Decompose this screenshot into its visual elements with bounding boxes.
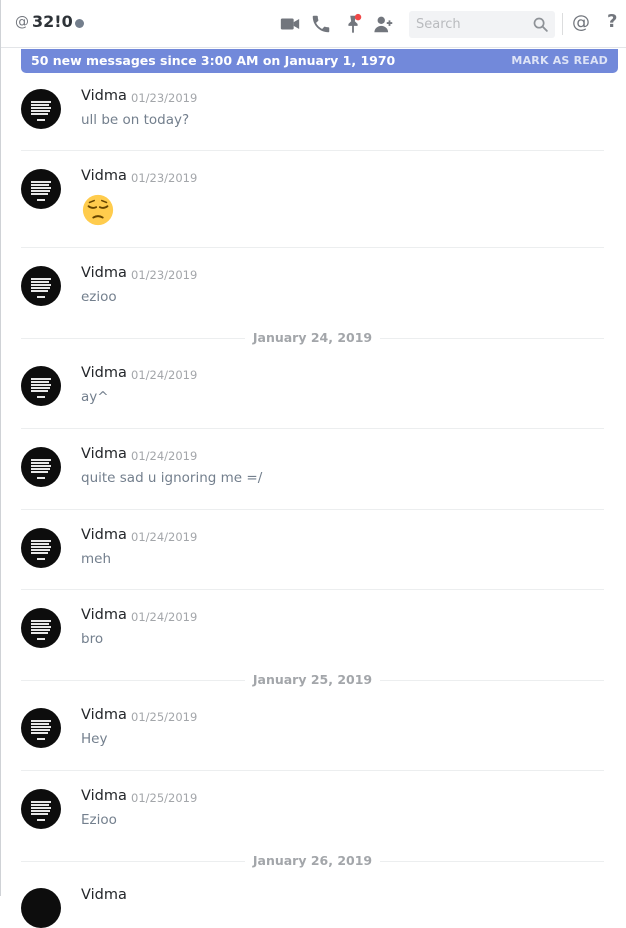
user-avatar[interactable] — [21, 528, 61, 568]
message-content: bro — [81, 631, 104, 647]
message-content: ay^ — [81, 389, 109, 405]
message-divider — [21, 428, 604, 429]
search-placeholder: Search — [416, 17, 461, 32]
message-timestamp: 01/23/2019 — [131, 171, 198, 185]
search-icon — [533, 17, 548, 32]
at-symbol: @ — [15, 14, 29, 30]
search-input[interactable]: Search — [409, 11, 555, 38]
user-avatar[interactable] — [21, 169, 61, 209]
message-content: meh — [81, 551, 112, 567]
user-avatar[interactable] — [21, 608, 61, 648]
message-content: ull be on today? — [81, 112, 190, 128]
mentions-icon[interactable]: @ — [572, 12, 590, 33]
message-content: Hey — [81, 731, 108, 747]
message-author[interactable]: Vidma — [81, 446, 127, 462]
message-timestamp: 01/25/2019 — [131, 791, 198, 805]
message-timestamp: 01/25/2019 — [131, 710, 198, 724]
user-avatar[interactable] — [21, 708, 61, 748]
message-author[interactable]: Vidma — [81, 788, 127, 804]
message-author[interactable]: Vidma — [81, 88, 127, 104]
message-divider — [21, 770, 604, 771]
message-author[interactable]: Vidma — [81, 707, 127, 723]
header-divider — [562, 13, 563, 35]
message-content: Ezioo — [81, 812, 117, 828]
message-divider — [21, 247, 604, 248]
user-avatar[interactable] — [21, 447, 61, 487]
voice-call-icon[interactable] — [310, 13, 332, 35]
user-avatar[interactable] — [21, 789, 61, 829]
message-author[interactable]: Vidma — [81, 365, 127, 381]
message-timestamp: 01/23/2019 — [131, 91, 198, 105]
window-left-border — [0, 0, 1, 896]
user-avatar[interactable] — [21, 89, 61, 129]
date-divider-label: January 24, 2019 — [244, 330, 381, 345]
user-avatar[interactable] — [21, 366, 61, 406]
mark-as-read-button[interactable]: MARK AS READ — [511, 54, 608, 67]
status-indicator — [75, 19, 84, 28]
channel-header: @ 32!0 Search @ ? — [1, 0, 626, 48]
pensive-face-emoji[interactable] — [81, 193, 115, 227]
message-divider — [21, 589, 604, 590]
message-author[interactable]: Vidma — [81, 265, 127, 281]
message-timestamp: 01/24/2019 — [131, 610, 198, 624]
date-divider: January 24, 2019 — [21, 330, 604, 346]
channel-name: 32!0 — [32, 12, 73, 31]
pinned-messages-icon[interactable] — [342, 13, 364, 35]
message-timestamp: 01/24/2019 — [131, 530, 198, 544]
message-timestamp: 01/24/2019 — [131, 368, 198, 382]
new-messages-text: 50 new messages since 3:00 AM on January… — [31, 53, 396, 68]
message-timestamp: 01/23/2019 — [131, 268, 198, 282]
add-friend-icon[interactable] — [373, 13, 395, 35]
date-divider-label: January 26, 2019 — [244, 853, 381, 868]
message-timestamp: 01/24/2019 — [131, 449, 198, 463]
help-icon[interactable]: ? — [607, 11, 617, 32]
user-avatar[interactable] — [21, 888, 61, 928]
message-divider — [21, 509, 604, 510]
video-call-icon[interactable] — [279, 13, 301, 35]
date-divider-label: January 25, 2019 — [244, 672, 381, 687]
message-author[interactable]: Vidma — [81, 168, 127, 184]
date-divider: January 25, 2019 — [21, 672, 604, 688]
new-messages-bar[interactable]: 50 new messages since 3:00 AM on January… — [21, 49, 618, 73]
message-divider — [21, 150, 604, 151]
message-author[interactable]: Vidma — [81, 607, 127, 623]
message-content: quite sad u ignoring me =/ — [81, 470, 263, 486]
message-author[interactable]: Vidma — [81, 887, 127, 903]
message-author[interactable]: Vidma — [81, 527, 127, 543]
date-divider: January 26, 2019 — [21, 853, 604, 869]
user-avatar[interactable] — [21, 266, 61, 306]
message-content: ezioo — [81, 289, 117, 305]
